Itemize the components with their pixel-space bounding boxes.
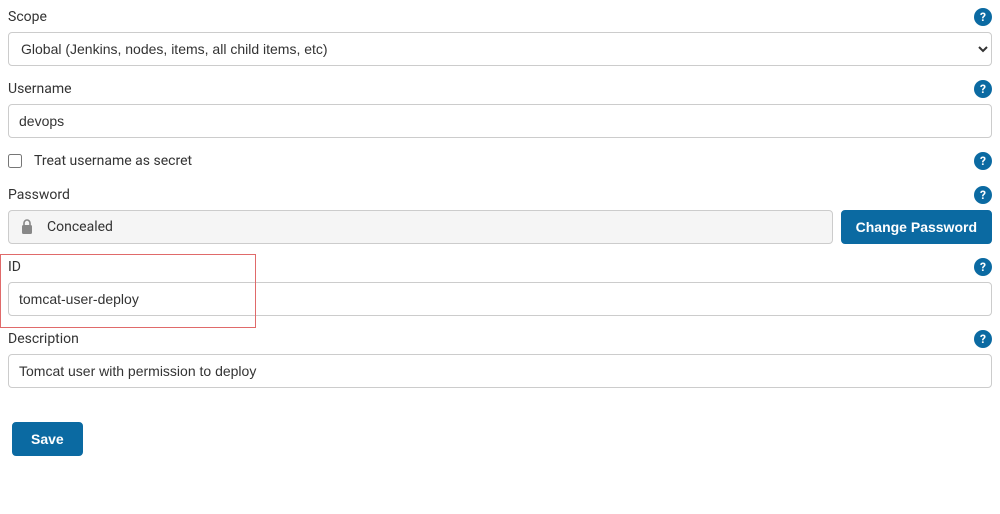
treat-secret-checkbox-label[interactable]: Treat username as secret	[8, 153, 192, 169]
help-icon[interactable]: ?	[974, 80, 992, 98]
treat-secret-checkbox[interactable]	[8, 154, 22, 168]
help-icon[interactable]: ?	[974, 152, 992, 170]
id-input[interactable]	[8, 282, 992, 316]
description-input[interactable]	[8, 354, 992, 388]
username-section: Username ?	[8, 80, 992, 138]
password-concealed-field: Concealed	[8, 210, 833, 244]
change-password-button[interactable]: Change Password	[841, 210, 992, 244]
treat-secret-section: Treat username as secret ?	[8, 152, 992, 170]
id-label: ID	[8, 259, 21, 275]
password-label: Password	[8, 187, 70, 203]
description-section: Description ?	[8, 330, 992, 388]
help-icon[interactable]: ?	[974, 186, 992, 204]
scope-label: Scope	[8, 9, 47, 25]
id-section: ID ?	[8, 258, 992, 316]
scope-section: Scope ? Global (Jenkins, nodes, items, a…	[8, 8, 992, 66]
treat-secret-text: Treat username as secret	[34, 153, 192, 169]
save-button[interactable]: Save	[12, 422, 83, 456]
help-icon[interactable]: ?	[974, 258, 992, 276]
password-concealed-text: Concealed	[47, 219, 113, 235]
lock-icon	[19, 218, 35, 236]
scope-select[interactable]: Global (Jenkins, nodes, items, all child…	[8, 32, 992, 66]
username-input[interactable]	[8, 104, 992, 138]
password-section: Password ? Concealed Change Password	[8, 186, 992, 244]
help-icon[interactable]: ?	[974, 8, 992, 26]
username-label: Username	[8, 81, 72, 97]
description-label: Description	[8, 331, 79, 347]
help-icon[interactable]: ?	[974, 330, 992, 348]
